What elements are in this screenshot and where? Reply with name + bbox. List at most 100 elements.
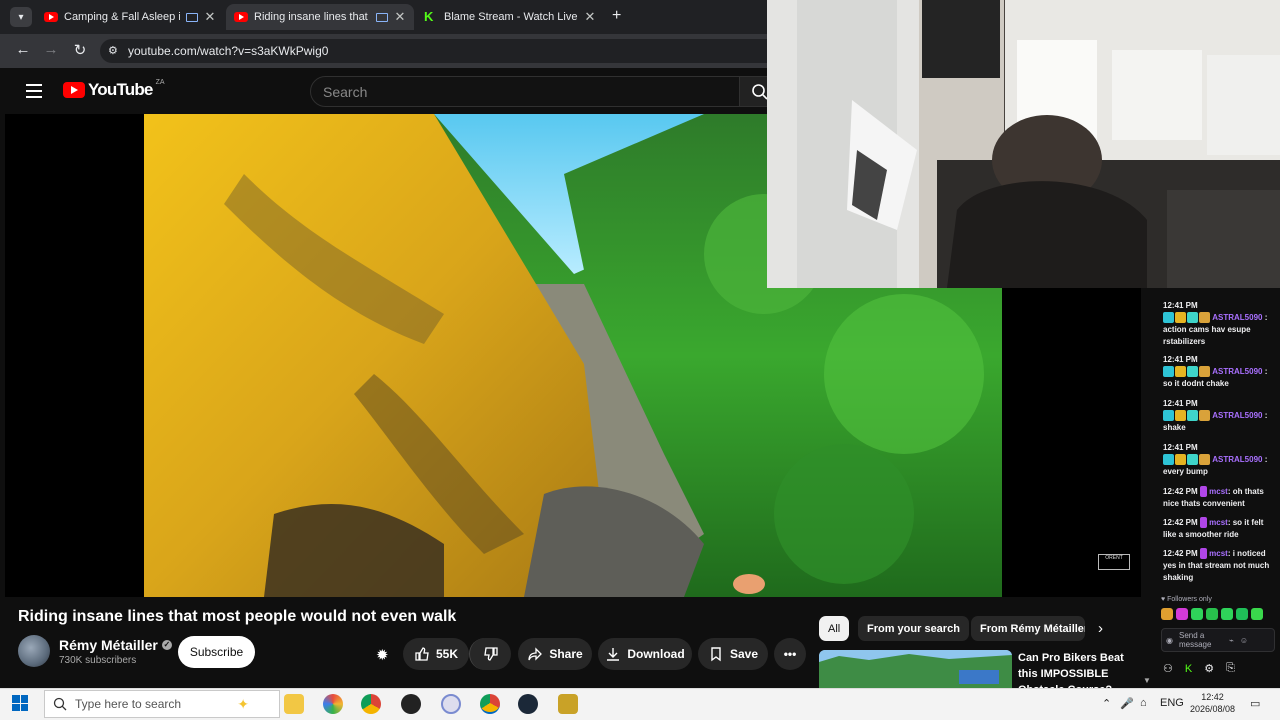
emote-icon[interactable] [1161, 608, 1173, 620]
more-actions-button[interactable]: ••• [774, 638, 806, 670]
notifications-icon[interactable]: ▭ [1250, 697, 1260, 710]
save-button[interactable]: Save [698, 638, 768, 670]
game-app-icon[interactable] [558, 694, 578, 714]
windows-start-icon[interactable] [12, 695, 28, 711]
emote-icon[interactable] [1206, 608, 1218, 620]
join-gear-icon[interactable]: ✹ [376, 646, 389, 664]
chat-timestamp: 12:41 PM [1163, 443, 1198, 452]
thumbs-up-icon [415, 647, 429, 661]
emoji-icon[interactable]: ☺ [1240, 636, 1248, 645]
emote-picker-icon[interactable]: ⌁ [1229, 636, 1234, 645]
network-icon[interactable]: ⌂ [1140, 697, 1147, 709]
download-label: Download [627, 647, 685, 661]
chip-from-your-search[interactable]: From your search [858, 616, 969, 641]
emote-icon[interactable] [1236, 608, 1248, 620]
menu-icon[interactable] [26, 84, 42, 98]
chat-message-input[interactable]: ◉ Send a message ⌁ ☺ [1161, 628, 1275, 652]
chat-settings-icon[interactable]: ◉ [1166, 636, 1173, 645]
chat-timestamp: 12:42 PM [1163, 549, 1198, 558]
channel-avatar[interactable] [18, 635, 50, 667]
share-icon [528, 647, 543, 661]
emote-icon[interactable] [1221, 608, 1233, 620]
back-icon[interactable]: ← [13, 41, 33, 58]
recommended-video-thumbnail[interactable] [819, 650, 1012, 688]
subscribe-button[interactable]: Subscribe [178, 636, 255, 668]
chat-message: 12:41 PM ASTRAL5090 : action cams hav es… [1163, 300, 1275, 348]
chat-message: 12:42 PM mcst: so it felt like a smoothe… [1163, 517, 1275, 541]
close-tab-icon[interactable]: ✕ [394, 9, 406, 25]
user-badges [1163, 454, 1210, 466]
emote-icon[interactable] [1191, 608, 1203, 620]
language-indicator[interactable]: ENG [1160, 697, 1184, 709]
forward-icon[interactable]: → [41, 41, 61, 58]
microphone-icon[interactable]: 🎤 [1120, 697, 1134, 710]
emote-icon[interactable] [1251, 608, 1263, 620]
tray-overflow-icon[interactable]: ⌃ [1102, 697, 1111, 710]
file-explorer-icon[interactable] [284, 694, 304, 714]
scroll-down-icon[interactable]: ▼ [1143, 676, 1151, 685]
steam-icon[interactable] [518, 694, 538, 714]
user-badges [1199, 517, 1207, 529]
dislike-button[interactable] [469, 638, 511, 670]
chip-from-channel[interactable]: From Rémy Métailler [971, 616, 1085, 641]
recommended-video-title[interactable]: Can Pro Bikers Beat this IMPOSSIBLE Obst… [1018, 650, 1128, 688]
chat-message: 12:41 PM ASTRAL5090 : every bump [1163, 442, 1275, 478]
snipping-tool-icon[interactable] [441, 694, 461, 714]
chat-message: 12:41 PM ASTRAL5090 : shake [1163, 398, 1275, 434]
webcam-image [767, 0, 1280, 288]
browser-tab-kick[interactable]: K Blame Stream - Watch Live on K ✕ [416, 4, 604, 30]
chrome-active-icon[interactable] [480, 694, 500, 714]
new-tab-icon[interactable]: + [612, 7, 621, 25]
search-input[interactable] [323, 83, 739, 100]
chat-username[interactable]: ASTRAL5090 [1212, 455, 1262, 464]
kick-icon: K [424, 9, 434, 24]
bookmark-icon [711, 647, 721, 662]
download-button[interactable]: Download [598, 638, 692, 670]
chat-controls: ⚇ K ⚙ ⎘ [1163, 662, 1235, 675]
taskbar-search[interactable]: Type here to search ✦ [44, 690, 280, 718]
channel-name[interactable]: Rémy Métailler ✓ [59, 637, 172, 653]
user-badges [1199, 548, 1207, 560]
taskbar-search-placeholder: Type here to search [75, 697, 182, 711]
share-button[interactable]: Share [518, 638, 592, 670]
settings-gear-icon[interactable]: ⚙ [1204, 662, 1214, 675]
search-box[interactable] [310, 76, 740, 107]
reload-icon[interactable]: ↻ [70, 41, 90, 59]
close-tab-icon[interactable]: ✕ [204, 9, 216, 25]
site-info-icon[interactable]: ⚙ [108, 45, 120, 57]
close-tab-icon[interactable]: ✕ [584, 9, 596, 25]
clock-time: 12:42 [1201, 692, 1224, 702]
tab-title: Riding insane lines that mo [254, 11, 370, 23]
youtube-play-icon [63, 82, 85, 98]
users-icon[interactable]: ⚇ [1163, 662, 1173, 675]
chat-timestamp: 12:41 PM [1163, 399, 1198, 408]
browser-tab-riding[interactable]: Riding insane lines that mo ✕ [226, 4, 414, 30]
tab-search-menu-icon[interactable]: ▾ [10, 7, 32, 27]
browser-tab-camping[interactable]: Camping & Fall Asleep in H ✕ [36, 4, 224, 30]
chip-all[interactable]: All [819, 616, 850, 641]
system-clock[interactable]: 12:42 2026/08/08 [1190, 691, 1235, 715]
emote-icon[interactable] [1176, 608, 1188, 620]
emote-bar[interactable] [1161, 608, 1263, 620]
chat-username[interactable]: mcst [1209, 549, 1228, 558]
chat-username[interactable]: ASTRAL5090 [1212, 367, 1262, 376]
like-button[interactable]: 55K [403, 638, 469, 670]
chevron-right-icon[interactable]: › [1098, 620, 1103, 637]
obs-icon[interactable] [401, 694, 421, 714]
download-icon [607, 648, 620, 661]
youtube-logo[interactable]: YouTube ZA [63, 79, 165, 100]
search-icon [53, 697, 67, 711]
chat-username[interactable]: mcst [1209, 487, 1228, 496]
chrome-icon[interactable] [361, 694, 381, 714]
video-title: Riding insane lines that most people wou… [18, 608, 457, 625]
popout-icon[interactable]: ⎘ [1226, 662, 1235, 675]
chat-username[interactable]: mcst [1209, 518, 1228, 527]
address-bar[interactable]: ⚙ youtube.com/watch?v=s3aKWkPwig0 [100, 39, 780, 63]
chat-message: 12:42 PM mcst: oh thats nice thats conve… [1163, 486, 1275, 510]
photos-app-icon[interactable] [323, 694, 343, 714]
user-badges [1163, 410, 1210, 422]
chat-username[interactable]: ASTRAL5090 [1212, 313, 1262, 322]
chat-timestamp: 12:41 PM [1163, 301, 1198, 310]
chat-username[interactable]: ASTRAL5090 [1212, 411, 1262, 420]
kick-logo-icon[interactable]: K [1185, 663, 1192, 675]
